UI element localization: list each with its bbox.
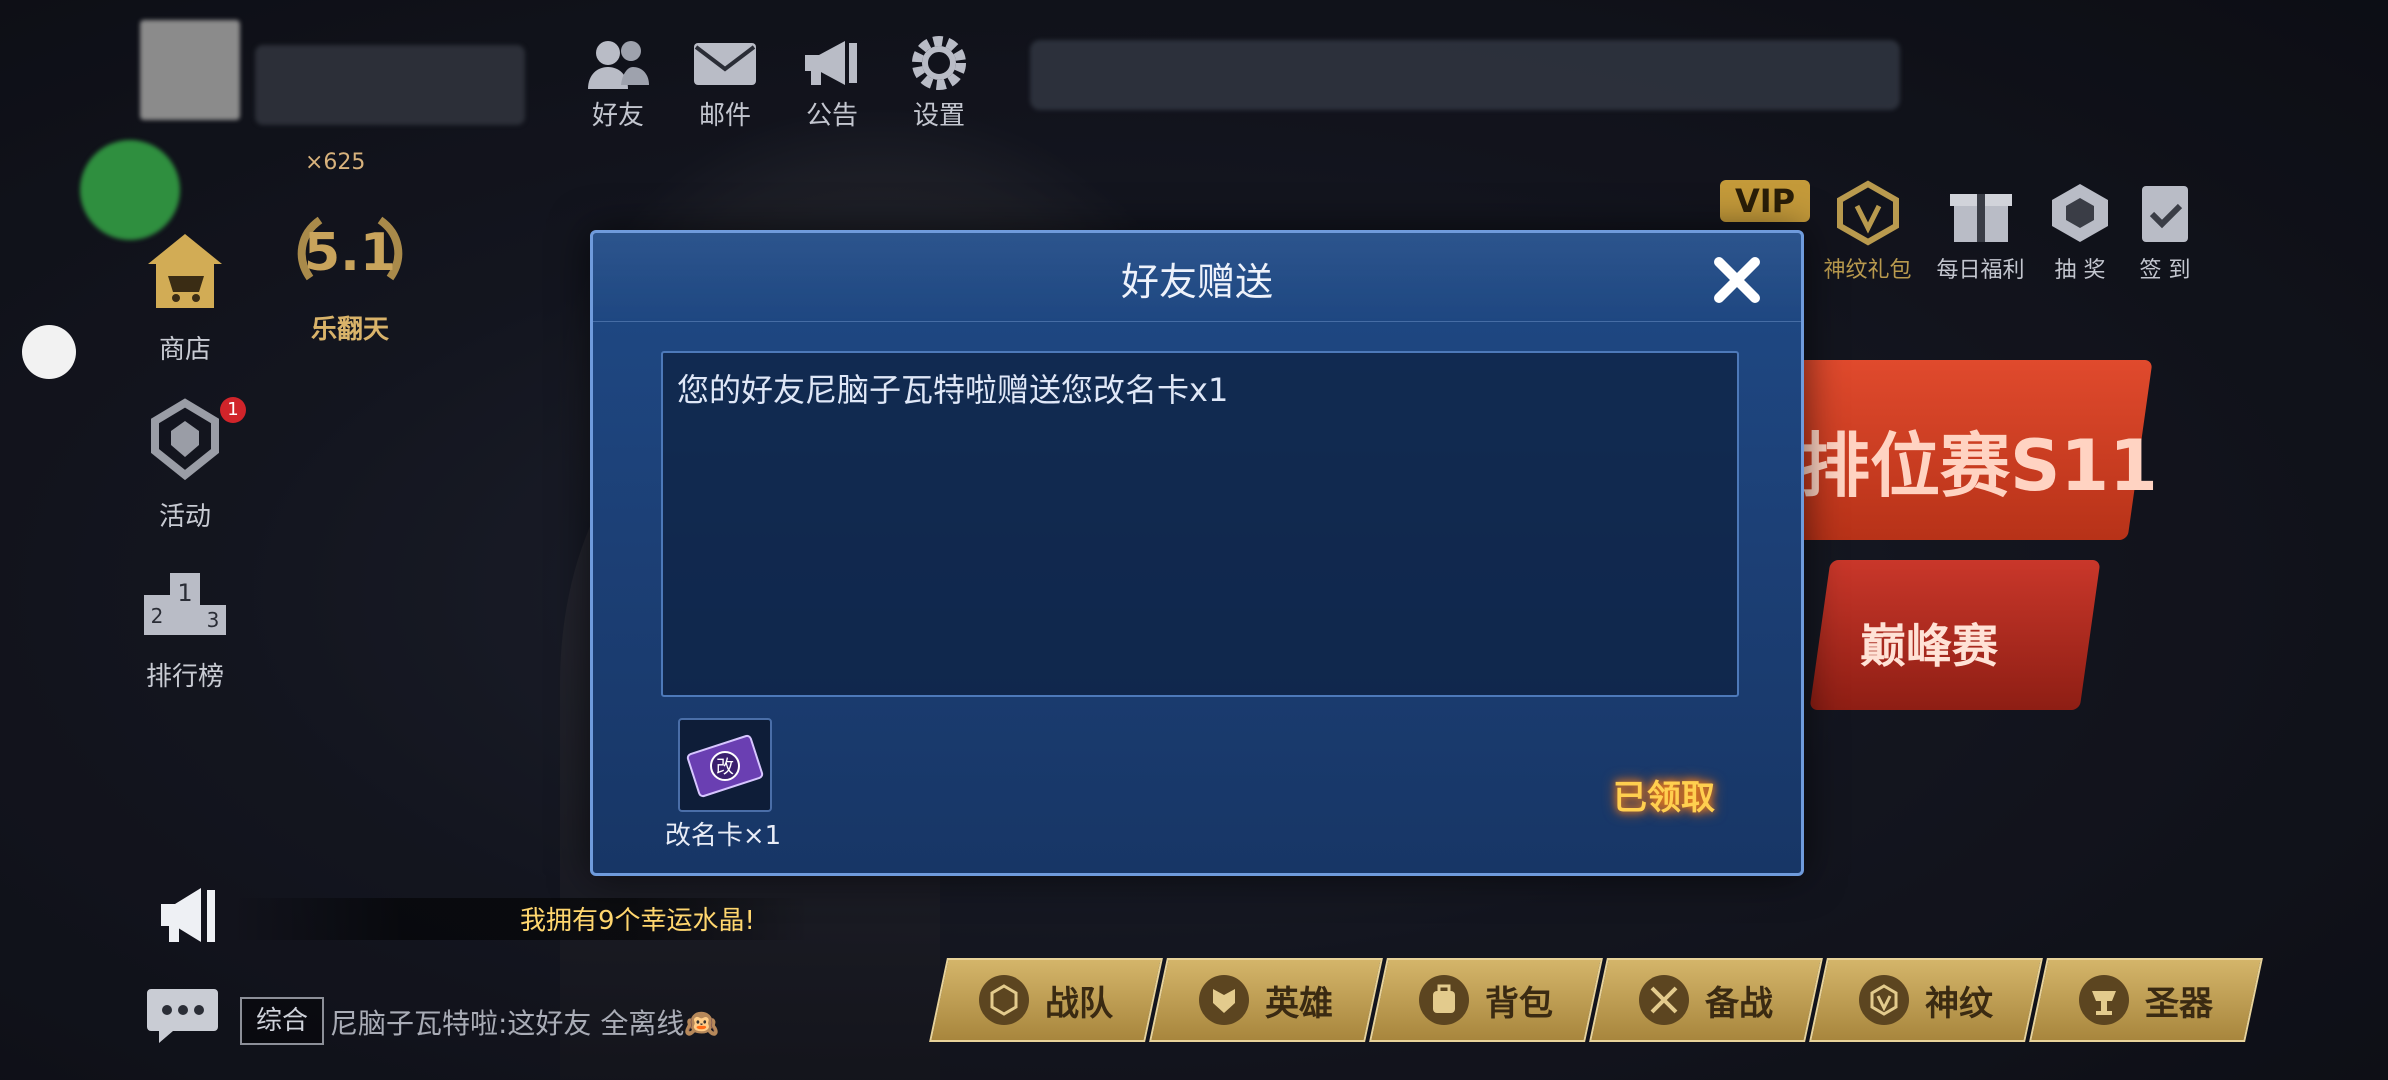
rank-badge[interactable] <box>80 140 180 240</box>
backpack-icon <box>1419 975 1469 1025</box>
nav-prepare-button[interactable]: 备战 <box>1589 958 1823 1042</box>
svg-text:2: 2 <box>151 604 164 628</box>
shop-button[interactable]: 商店 <box>130 228 240 366</box>
leaderboard-button[interactable]: 12 3 排行榜 <box>130 565 240 693</box>
chat-message: 尼脑子瓦特啦:这好友 全离线🙉 <box>330 1007 720 1040</box>
checkin-label: 签 到 <box>2139 258 2191 283</box>
nav-backpack-button[interactable]: 背包 <box>1369 958 1603 1042</box>
nav-artifact-label: 圣器 <box>2145 983 2213 1024</box>
player-name-block <box>255 45 525 125</box>
mail-icon <box>690 35 760 91</box>
resource-bar <box>1030 40 1900 110</box>
rune-icon <box>1859 975 1909 1025</box>
leaderboard-icon: 12 3 <box>130 565 240 652</box>
event-button[interactable]: 5.1 乐翻天 <box>285 208 415 346</box>
settings-label: 设置 <box>912 101 965 131</box>
announcement-button[interactable]: 公告 <box>792 35 872 132</box>
checkin-icon <box>2125 180 2205 252</box>
activity-icon: 1 <box>130 395 246 492</box>
svg-text:5.1: 5.1 <box>304 223 396 283</box>
nav-hero-button[interactable]: 英雄 <box>1149 958 1383 1042</box>
lottery-icon <box>2040 180 2120 252</box>
friends-label: 好友 <box>591 101 644 131</box>
hero-icon <box>1199 975 1249 1025</box>
svg-text:1: 1 <box>177 579 192 607</box>
daily-gift-label: 每日福利 <box>1936 258 2025 283</box>
currency-count: ×625 <box>305 150 366 175</box>
ranked-match-label: 排位赛S11 <box>1800 425 2158 507</box>
vip-icon: VIP <box>1720 180 1810 222</box>
lottery-button[interactable]: 抽 奖 <box>2040 180 2120 284</box>
announcement-label: 公告 <box>805 101 858 131</box>
nav-prepare-label: 备战 <box>1705 983 1773 1024</box>
loudspeaker-icon[interactable] <box>155 880 225 950</box>
daily-gift-icon <box>1928 180 2033 252</box>
team-icon <box>979 975 1029 1025</box>
nav-rune-button[interactable]: 神纹 <box>1809 958 2043 1042</box>
rune-gift-icon <box>1815 180 1920 252</box>
rune-gift-label: 神纹礼包 <box>1823 258 1912 283</box>
claimed-status: 已领取 <box>1613 778 1715 818</box>
activity-badge: 1 <box>220 397 246 423</box>
mail-button[interactable]: 邮件 <box>685 35 765 132</box>
message-box: 您的好友尼脑子瓦特啦赠送您改名卡x1 <box>661 351 1739 697</box>
announcement-icon <box>797 35 867 91</box>
activity-label: 活动 <box>158 502 211 532</box>
gift-message: 您的好友尼脑子瓦特啦赠送您改名卡x1 <box>677 371 1229 409</box>
prepare-icon <box>1639 975 1689 1025</box>
activity-button[interactable]: 1 活动 <box>130 395 246 533</box>
friend-gift-dialog: 好友赠送 您的好友尼脑子瓦特啦赠送您改名卡x1 改 改名卡×1 已领取 <box>590 230 1804 876</box>
chat-channel-tab[interactable]: 综合 <box>240 997 324 1045</box>
nav-artifact-button[interactable]: 圣器 <box>2029 958 2263 1042</box>
nav-hero-label: 英雄 <box>1265 983 1333 1024</box>
rune-gift-button[interactable]: 神纹礼包 <box>1815 180 1920 284</box>
leaderboard-label: 排行榜 <box>145 662 224 692</box>
nav-team-button[interactable]: 战队 <box>929 958 1163 1042</box>
settings-icon <box>904 35 974 91</box>
svg-text:3: 3 <box>207 608 220 632</box>
vip-button[interactable]: VIP <box>1720 180 1810 222</box>
gift-item-slot[interactable]: 改 <box>678 718 772 812</box>
chat-icon[interactable] <box>145 985 220 1045</box>
artifact-icon <box>2079 975 2129 1025</box>
mail-label: 邮件 <box>698 101 751 131</box>
marquee-text: 我拥有9个幸运水晶! <box>520 906 755 936</box>
nav-backpack-label: 背包 <box>1485 983 1553 1024</box>
nav-team-label: 战队 <box>1045 983 1113 1024</box>
lottery-label: 抽 奖 <box>2054 258 2106 283</box>
side-drawer-handle[interactable] <box>22 325 76 379</box>
friends-button[interactable]: 好友 <box>578 35 658 132</box>
gift-item-label: 改名卡×1 <box>664 821 782 851</box>
peak-match-label: 巅峰赛 <box>1860 619 1998 673</box>
settings-button[interactable]: 设置 <box>899 35 979 132</box>
shop-icon <box>130 228 240 325</box>
nav-rune-label: 神纹 <box>1925 983 1993 1024</box>
close-icon <box>1714 257 1760 303</box>
friends-icon <box>583 35 653 91</box>
event-label: 乐翻天 <box>310 315 389 345</box>
close-button[interactable] <box>1708 251 1766 309</box>
checkin-button[interactable]: 签 到 <box>2125 180 2205 284</box>
daily-gift-button[interactable]: 每日福利 <box>1928 180 2033 284</box>
player-avatar[interactable] <box>140 20 240 120</box>
rename-card-icon: 改 <box>686 734 764 798</box>
dialog-title: 好友赠送 <box>1120 260 1273 304</box>
shop-label: 商店 <box>158 335 211 365</box>
event-emblem-icon: 5.1 <box>285 208 415 305</box>
rename-card-glyph: 改 <box>716 757 734 778</box>
